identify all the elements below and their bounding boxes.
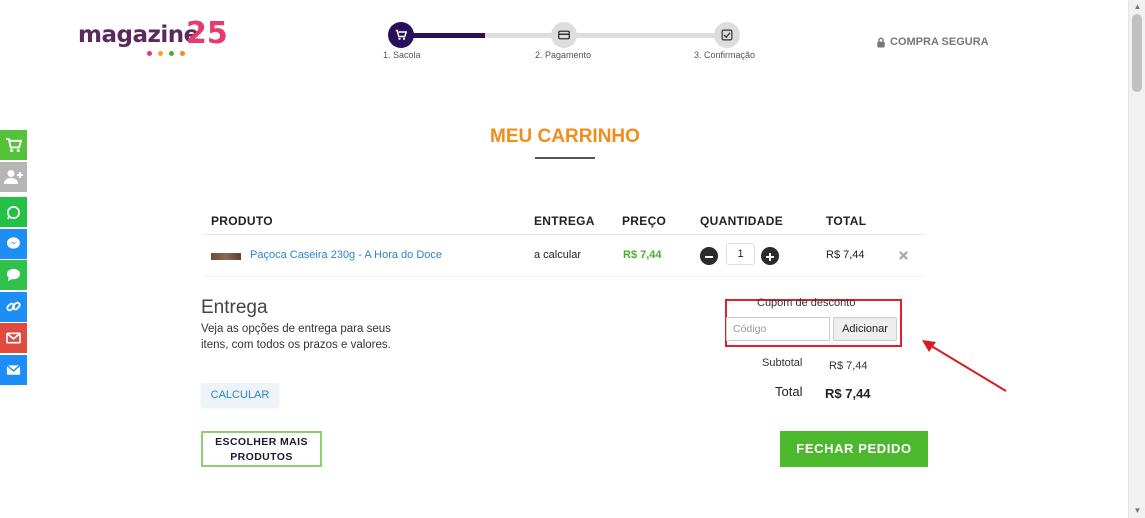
coupon-label: Cupom de desconto (757, 297, 856, 309)
secure-purchase: COMPRA SEGURA (876, 36, 989, 48)
column-header-delivery: ENTREGA (534, 214, 595, 228)
envelope-icon (6, 364, 21, 375)
minus-icon (705, 255, 713, 258)
side-whatsapp-button[interactable] (0, 197, 27, 227)
coupon-code-input[interactable]: Código (726, 317, 830, 341)
scrollbar-thumb[interactable] (1132, 14, 1142, 92)
decrease-quantity-button[interactable] (700, 247, 718, 265)
plus-icon (766, 252, 774, 261)
close-icon (899, 251, 908, 260)
chat-icon (6, 268, 21, 282)
progress-line-empty (485, 33, 730, 38)
total-cell: R$ 7,44 (826, 249, 865, 261)
remove-item-button[interactable] (899, 248, 908, 263)
step-label: 2. Pagamento (535, 50, 592, 60)
price-cell: R$ 7,44 (623, 249, 662, 261)
whatsapp-icon (7, 205, 20, 219)
product-thumbnail[interactable] (211, 253, 241, 260)
annotation-arrow-icon (922, 340, 1007, 392)
lock-icon (877, 37, 885, 48)
delivery-title: Entrega (201, 297, 268, 318)
side-envelope-button[interactable] (0, 354, 27, 385)
column-header-quantity: QUANTIDADE (700, 214, 783, 228)
side-cart-button[interactable] (0, 130, 27, 160)
step-label: 3. Confirmação (694, 50, 756, 60)
column-header-total: TOTAL (826, 214, 867, 228)
link-icon (6, 301, 21, 312)
side-chat-button[interactable] (0, 260, 27, 290)
card-icon (558, 30, 570, 40)
checkout-steps: 1. Sacola 2. Pagamento 3. Confirmação (380, 22, 780, 62)
secure-label: COMPRA SEGURA (890, 36, 989, 48)
store-logo[interactable]: magazine 25 (78, 16, 228, 62)
side-link-button[interactable] (0, 291, 27, 322)
step-sacola (388, 22, 414, 48)
side-signup-button[interactable] (0, 161, 27, 192)
total-label: Total (775, 384, 803, 399)
column-header-product: PRODUTO (211, 214, 273, 228)
product-name-link[interactable]: Paçoca Caseira 230g - A Hora do Doce (250, 249, 442, 261)
table-row: Paçoca Caseira 230g - A Hora do Doce a c… (203, 235, 925, 277)
step-label: 1. Sacola (383, 50, 421, 60)
cart-table: PRODUTO ENTREGA PREÇO QUANTIDADE TOTAL P… (203, 205, 925, 277)
increase-quantity-button[interactable] (761, 247, 779, 265)
user-plus-icon (3, 169, 23, 184)
page-title: MEU CARRINHO (490, 126, 640, 147)
add-coupon-button[interactable]: Adicionar (833, 317, 897, 341)
subtotal-label: Subtotal (762, 357, 803, 369)
step-pagamento (551, 22, 577, 48)
logo-dots (147, 51, 185, 56)
cart-icon (395, 29, 407, 40)
subtotal-value: R$ 7,44 (829, 360, 868, 372)
logo-number: 25 (186, 16, 228, 51)
check-icon (721, 29, 733, 41)
delivery-description: Veja as opções de entrega para seus iten… (201, 323, 391, 351)
title-divider (535, 157, 595, 159)
side-contact-bar (0, 130, 27, 386)
page-scrollbar[interactable]: ▲ ▼ (1128, 0, 1145, 518)
scroll-down-arrow-icon[interactable]: ▼ (1129, 504, 1145, 518)
quantity-input[interactable]: 1 (726, 243, 755, 265)
cart-icon (6, 137, 22, 152)
side-messenger-button[interactable] (0, 228, 27, 259)
step-confirmacao (714, 22, 740, 48)
scroll-up-arrow-icon[interactable]: ▲ (1129, 0, 1145, 14)
mail-icon (6, 332, 21, 344)
checkout-button[interactable]: FECHAR PEDIDO (780, 431, 928, 467)
side-email-button[interactable] (0, 323, 27, 353)
calculate-shipping-button[interactable]: CALCULAR (201, 383, 279, 407)
cart-page: magazine 25 1. Sacola 2. Pagamento 3. Co… (0, 0, 1145, 518)
column-header-price: PREÇO (622, 214, 667, 228)
messenger-icon (6, 237, 21, 249)
table-header: PRODUTO ENTREGA PREÇO QUANTIDADE TOTAL (203, 205, 925, 235)
choose-more-products-button[interactable]: ESCOLHER MAIS PRODUTOS (201, 431, 322, 467)
logo-word: magazine (78, 22, 199, 48)
total-value: R$ 7,44 (825, 386, 871, 401)
delivery-cell: a calcular (534, 249, 582, 261)
